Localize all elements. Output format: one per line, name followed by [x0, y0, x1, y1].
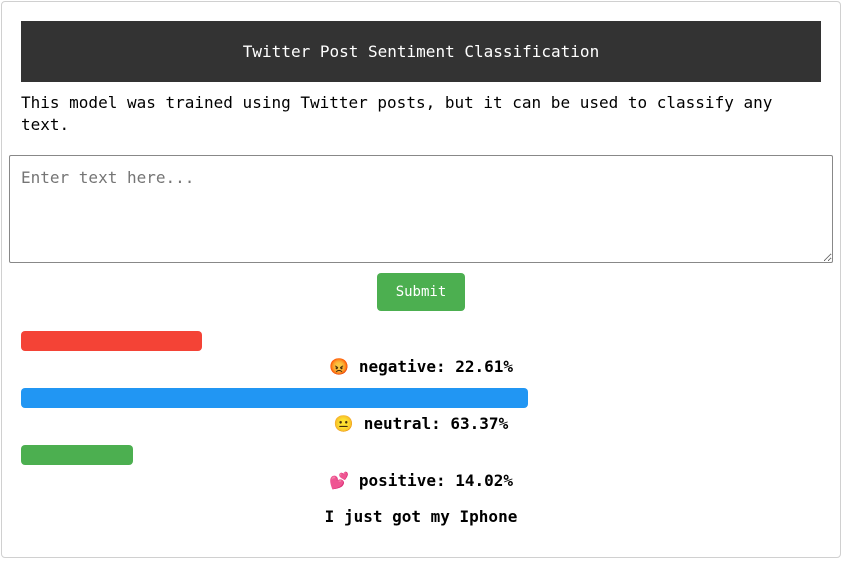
neutral-face-icon: 😐: [333, 414, 354, 433]
page-header: Twitter Post Sentiment Classification: [21, 21, 821, 82]
page-title: Twitter Post Sentiment Classification: [242, 42, 600, 61]
neutral-score-bar: [21, 388, 528, 408]
negative-score-bar: [21, 331, 202, 351]
neutral-score-text: neutral: 63.37%: [363, 414, 509, 433]
text-input[interactable]: [9, 155, 833, 263]
analyzed-text: I just got my Iphone: [324, 507, 518, 526]
model-description: This model was trained using Twitter pos…: [21, 93, 773, 134]
two-hearts-icon: 💕: [328, 471, 349, 490]
positive-score-bar: [21, 445, 133, 465]
angry-face-icon: 😡: [328, 357, 349, 376]
negative-score-label: 😡 negative: 22.61%: [21, 357, 821, 376]
neutral-score-label: 😐 neutral: 63.37%: [21, 414, 821, 433]
positive-score-text: positive: 14.02%: [358, 471, 514, 490]
positive-score-label: 💕 positive: 14.02%: [21, 471, 821, 490]
negative-score-text: negative: 22.61%: [358, 357, 514, 376]
submit-button[interactable]: Submit: [377, 273, 465, 311]
